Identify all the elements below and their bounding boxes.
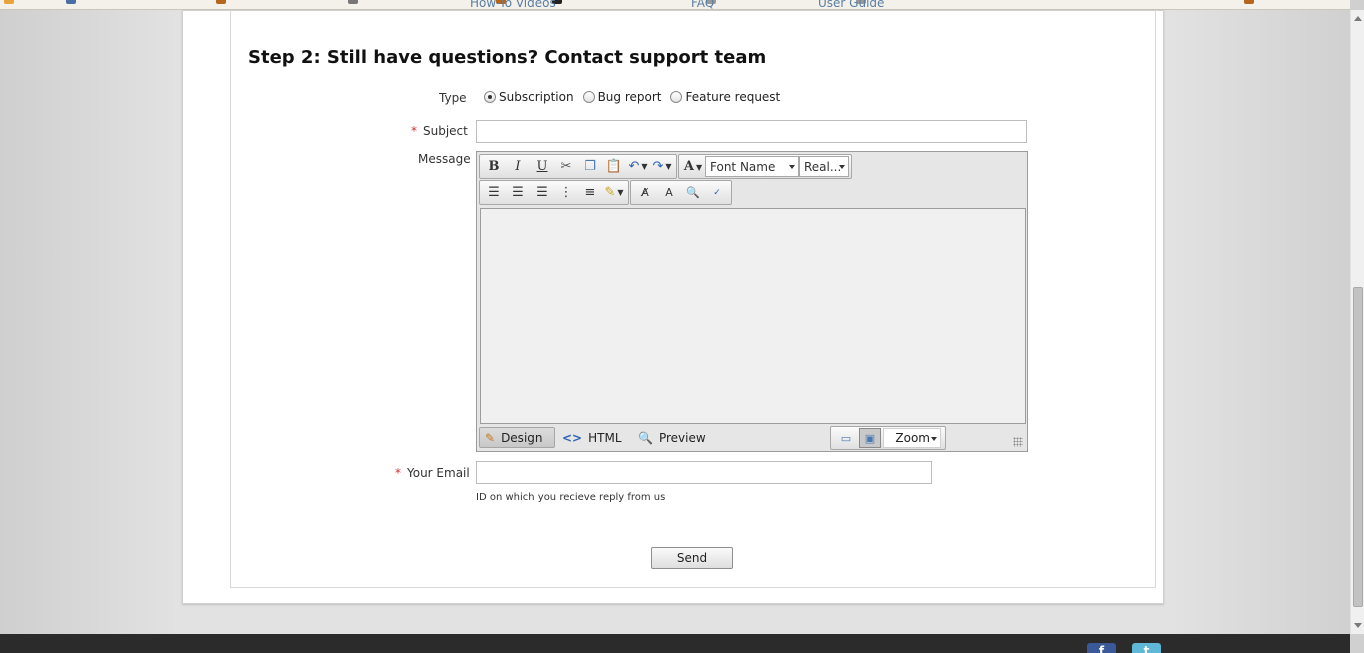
scroll-up-icon[interactable] [1354,16,1362,21]
rich-text-editor: B I U ✂ ❐ 📋 ↶ ▼ ↷ ▼ A ▼ Font Name Real... ☰… [476,151,1028,452]
toolbar-group-font: A ▼ Font Name Real... [678,154,852,179]
scroll-down-icon[interactable] [1354,623,1362,628]
email-input[interactable] [476,461,932,484]
toolbar-group-tools: A̸ A 🔍 ✓ [630,180,732,205]
facebook-icon[interactable]: f [1087,643,1116,653]
align-left-icon[interactable]: ☰ [482,182,506,203]
radio-feature-request[interactable]: Feature request [670,90,780,104]
message-label: Message [418,152,471,166]
bookmark-icon[interactable] [66,0,76,4]
preview-mode-tab[interactable]: 🔍 Preview [633,427,711,448]
required-mark: * [395,466,401,480]
remove-format-icon[interactable]: A̸ [633,182,657,203]
pencil-icon: ✎ [485,430,496,445]
format-icon[interactable]: A [657,182,681,203]
radio-unchecked-icon[interactable] [670,91,683,103]
toolbar-group-format: B I U ✂ ❐ 📋 ↶ ▼ ↷ ▼ [479,154,677,179]
undo-icon[interactable]: ↶ ▼ [626,156,650,177]
editor-toolbar-row-1: B I U ✂ ❐ 📋 ↶ ▼ ↷ ▼ A ▼ Font Name Real... [479,154,853,179]
scrollbar-thumb[interactable] [1353,287,1363,607]
chevron-down-icon [931,437,937,441]
twitter-icon[interactable]: t [1132,643,1161,653]
subject-input[interactable] [476,120,1027,143]
bookmark-icon[interactable] [4,0,14,4]
resize-grip-icon[interactable] [1013,437,1023,447]
email-hint: ID on which you recieve reply from us [476,492,666,503]
link-user-guide[interactable]: User Guide [818,0,884,10]
email-label: * Your Email [395,466,470,480]
zoom-toolbar: ▭ ▣ Zoom [830,426,946,450]
toggle-view-icon[interactable]: ▣ [859,428,881,448]
radio-bug-report[interactable]: Bug report [582,90,661,104]
bookmark-icon[interactable] [1244,0,1254,4]
magnifier-icon: 🔍 [638,430,653,445]
type-radio-group: Subscription Bug report Feature request [484,90,789,104]
link-faq[interactable]: FAQ [691,0,714,10]
type-label: Type [439,91,467,105]
chevron-down-icon [789,165,795,169]
bookmark-icon[interactable] [216,0,226,4]
radio-subscription[interactable]: Subscription [484,90,574,104]
spellcheck-icon[interactable]: ✓ [705,182,729,203]
editor-footer: ✎ Design <> HTML 🔍 Preview ▭ ▣ Zoom [479,426,1025,450]
find-icon[interactable]: 🔍 [681,182,705,203]
radio-unchecked-icon[interactable] [582,91,595,103]
page-footer: f t [0,634,1350,653]
bold-icon[interactable]: B [482,156,506,177]
font-size-select[interactable]: Real... [799,156,849,177]
bullet-list-icon[interactable]: ⋮ [554,182,578,203]
align-center-icon[interactable]: ☰ [506,182,530,203]
step-title: Step 2: Still have questions? Contact su… [248,47,767,68]
zoom-select[interactable]: Zoom [883,428,941,448]
font-color-icon[interactable]: A ▼ [681,156,705,177]
bookmark-icon[interactable] [348,0,358,4]
message-editor-area[interactable] [480,208,1026,424]
link-how-to-videos[interactable]: How-To Videos [470,0,556,10]
align-right-icon[interactable]: ☰ [530,182,554,203]
cut-icon[interactable]: ✂ [554,156,578,177]
code-icon: <> [562,430,583,445]
redo-icon[interactable]: ↷ ▼ [650,156,674,177]
send-button[interactable]: Send [651,547,733,569]
highlight-icon[interactable]: ✎ ▼ [602,182,626,203]
font-name-select[interactable]: Font Name [705,156,799,177]
required-mark: * [411,124,417,138]
design-mode-tab[interactable]: ✎ Design [479,427,555,448]
full-screen-icon[interactable]: ▭ [835,428,857,448]
html-mode-tab[interactable]: <> HTML [557,427,627,448]
toolbar-group-paragraph: ☰ ☰ ☰ ⋮ ≡ ✎ ▼ [479,180,629,205]
italic-icon[interactable]: I [506,156,530,177]
copy-icon[interactable]: ❐ [578,156,602,177]
vertical-scrollbar[interactable] [1350,10,1364,634]
underline-icon[interactable]: U [530,156,554,177]
radio-checked-icon[interactable] [484,91,496,103]
editor-toolbar-row-2: ☰ ☰ ☰ ⋮ ≡ ✎ ▼ A̸ A 🔍 ✓ [479,180,733,205]
numbered-list-icon[interactable]: ≡ [578,182,602,203]
subject-label: * Subject [411,124,468,138]
paste-icon[interactable]: 📋 [602,156,626,177]
chevron-down-icon [839,165,845,169]
bookmarks-bar [0,0,1350,10]
